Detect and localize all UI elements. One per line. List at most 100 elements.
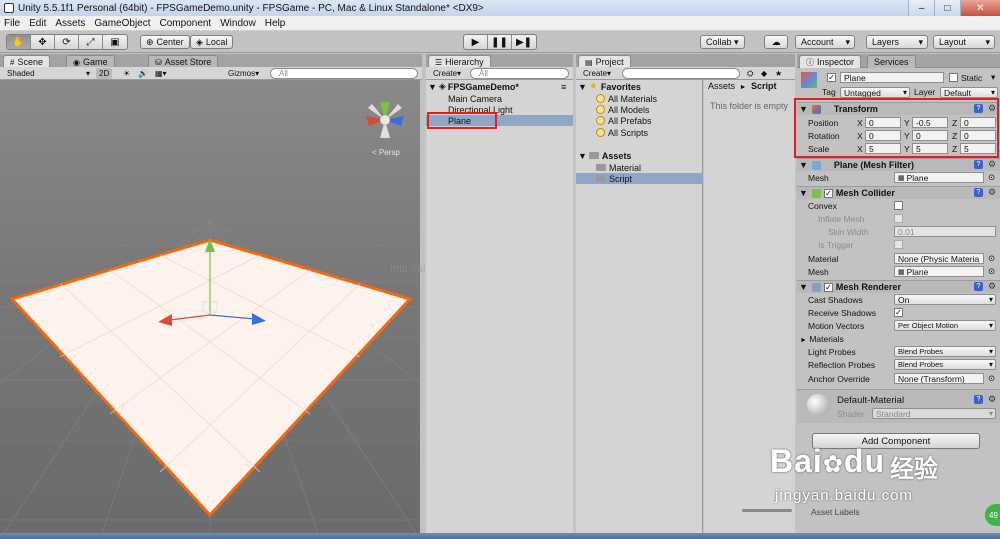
menu-edit[interactable]: Edit (29, 18, 46, 29)
account-dropdown[interactable]: Account ▾ (795, 35, 855, 49)
tag-dropdown[interactable]: Untagged (840, 87, 910, 98)
scale-tool-icon[interactable]: ⤢ (79, 35, 103, 49)
play-icon[interactable]: ▶ (464, 35, 488, 49)
static-checkbox[interactable] (949, 73, 958, 82)
shading-mode-dropdown[interactable]: Shaded ▾ (4, 68, 92, 79)
cloud-button[interactable]: ☁ (764, 35, 788, 49)
menu-file[interactable]: File (4, 18, 20, 29)
rotation-y-field[interactable]: 0 (912, 130, 948, 141)
project-create-dropdown[interactable]: Create ▾ (580, 68, 614, 79)
rect-tool-icon[interactable]: ▣ (103, 35, 127, 49)
favorite-all-models[interactable]: All Models (596, 104, 650, 115)
hierarchy-search-input[interactable]: All (470, 68, 569, 79)
cast-shadows-dropdown[interactable]: On (894, 294, 996, 305)
layout-dropdown[interactable]: Layout ▾ (933, 35, 995, 49)
pause-icon[interactable]: ❚❚ (488, 35, 512, 49)
collapse-arrow-icon[interactable]: ▼ (428, 82, 437, 92)
maximize-button[interactable]: □ (934, 0, 960, 16)
help-icon[interactable]: ? (974, 395, 983, 404)
reflection-probes-dropdown[interactable]: Blend Probes (894, 359, 996, 370)
rotation-z-field[interactable]: 0 (960, 130, 996, 141)
mesh-filter-header[interactable]: ▼ Plane (Mesh Filter) (797, 158, 1000, 171)
mesh-filter-collapse-icon[interactable]: ▼ (799, 160, 808, 170)
favorite-all-materials[interactable]: All Materials (596, 93, 657, 104)
receive-shadows-checkbox[interactable]: ✓ (894, 308, 903, 317)
close-button[interactable]: ✕ (960, 0, 1000, 16)
perspective-label[interactable]: < Persp (372, 148, 400, 157)
audio-toggle-icon[interactable]: 🔊 (135, 68, 151, 79)
pivot-toggle[interactable]: ⊕ Center (140, 35, 190, 49)
floating-badge[interactable]: 49 (985, 504, 1000, 526)
anchor-override-field[interactable]: None (Transform) (894, 373, 984, 384)
mesh-renderer-header[interactable]: ▼ ✓ Mesh Renderer (797, 280, 1000, 293)
favorite-all-prefabs[interactable]: All Prefabs (596, 115, 652, 126)
favorite-all-scripts[interactable]: All Scripts (596, 127, 648, 138)
light-probes-dropdown[interactable]: Blend Probes (894, 346, 996, 357)
transform-collapse-icon[interactable]: ▼ (799, 104, 808, 114)
icon-size-slider[interactable] (742, 509, 792, 512)
hand-tool-icon[interactable]: ✋ (7, 35, 31, 49)
gear-icon[interactable]: ⚙ (988, 187, 996, 198)
position-z-field[interactable]: 0 (960, 117, 996, 128)
scene-viewport[interactable]: < Persp (0, 80, 420, 539)
transform-header[interactable]: ▼ Transform (797, 102, 1000, 115)
gear-icon[interactable]: ⚙ (988, 103, 996, 114)
rotate-tool-icon[interactable]: ⟳ (55, 35, 79, 49)
assets-header[interactable]: ▼ Assets (578, 150, 631, 161)
object-picker-icon[interactable]: ⊙ (988, 172, 995, 183)
scale-y-field[interactable]: 5 (912, 143, 948, 154)
project-search-input[interactable] (622, 68, 740, 79)
position-y-field[interactable]: -0.5 (912, 117, 948, 128)
mesh-collider-header[interactable]: ▼ ✓ Mesh Collider (797, 186, 1000, 199)
material-preview-sphere[interactable] (807, 394, 829, 416)
scene-menu-icon[interactable]: ≡ (561, 82, 566, 92)
mesh-collider-collapse-icon[interactable]: ▼ (799, 188, 808, 198)
2d-toggle[interactable]: 2D (96, 68, 113, 79)
scale-z-field[interactable]: 5 (960, 143, 996, 154)
mesh-renderer-collapse-icon[interactable]: ▼ (799, 282, 808, 292)
gear-icon[interactable]: ⚙ (988, 394, 996, 405)
step-icon[interactable]: ▶❚ (512, 35, 536, 49)
collider-material-field[interactable]: None (Physic Materia (894, 253, 984, 264)
collider-mesh-field[interactable]: ▦ Plane (894, 266, 984, 277)
rotation-x-field[interactable]: 0 (865, 130, 901, 141)
static-dropdown-icon[interactable]: ▾ (991, 72, 995, 83)
gear-icon[interactable]: ⚙ (988, 281, 996, 292)
hierarchy-item-directional-light[interactable]: Directional Light (448, 104, 513, 115)
help-icon[interactable]: ? (974, 104, 983, 113)
object-picker-icon[interactable]: ⊙ (988, 373, 995, 384)
scale-x-field[interactable]: 5 (865, 143, 901, 154)
tab-inspector[interactable]: ⓘ Inspector (799, 55, 862, 68)
help-icon[interactable]: ? (974, 188, 983, 197)
scene-root-item[interactable]: ▼ ◈ FPSGameDemo* ≡ (428, 81, 566, 92)
active-checkbox[interactable]: ✓ (827, 73, 836, 82)
layer-dropdown[interactable]: Default (940, 87, 998, 98)
hierarchy-item-plane[interactable]: Plane (426, 115, 573, 126)
gizmos-dropdown[interactable]: Gizmos ▾ (225, 68, 262, 79)
object-name-field[interactable]: Plane (840, 72, 944, 83)
assets-collapse-icon[interactable]: ▼ (578, 151, 587, 161)
menu-gameobject[interactable]: GameObject (94, 18, 150, 29)
convex-checkbox[interactable] (894, 201, 903, 210)
folder-script[interactable]: Script (576, 173, 703, 184)
search-by-label-icon[interactable]: ◆ (758, 68, 770, 79)
asset-labels-footer[interactable]: Asset Labels (811, 507, 860, 517)
mesh-collider-enabled-checkbox[interactable]: ✓ (823, 188, 833, 198)
object-picker-icon[interactable]: ⊙ (988, 266, 995, 277)
menu-assets[interactable]: Assets (55, 18, 85, 29)
help-icon[interactable]: ? (974, 282, 983, 291)
mesh-renderer-enabled-checkbox[interactable]: ✓ (823, 282, 833, 292)
help-icon[interactable]: ? (974, 160, 983, 169)
menu-window[interactable]: Window (220, 18, 256, 29)
menu-component[interactable]: Component (160, 18, 212, 29)
minimize-button[interactable]: – (908, 0, 934, 16)
favorites-collapse-icon[interactable]: ▼ (578, 82, 587, 92)
effects-toggle-icon[interactable]: ▦▾ (152, 68, 170, 79)
materials-foldout[interactable]: ► Materials (800, 334, 844, 344)
tab-services[interactable]: Services (867, 55, 916, 68)
object-picker-icon[interactable]: ⊙ (988, 253, 995, 264)
space-toggle[interactable]: ◈ Local (190, 35, 234, 49)
motion-vectors-dropdown[interactable]: Per Object Motion (894, 320, 996, 331)
menu-help[interactable]: Help (265, 18, 286, 29)
materials-expand-icon[interactable]: ► (800, 337, 807, 344)
